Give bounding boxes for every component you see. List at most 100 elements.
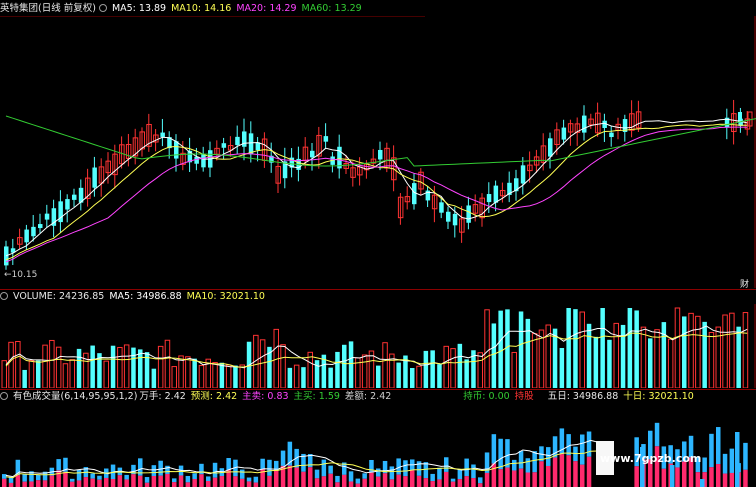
indicator-bar [389,466,395,480]
indicator-bar [151,465,157,477]
volume-bar [157,345,164,388]
candle-body [242,131,247,147]
indicator-bar [682,461,687,487]
indicator-bar [670,465,675,487]
ma5-line [5,118,748,257]
volume-bar [450,348,456,388]
volume-bar [620,324,626,388]
volume-bar [90,345,95,388]
indicator-bar [423,462,429,479]
indicator-bar [369,459,374,473]
circle-icon[interactable] [0,292,8,300]
volume-bar [688,312,694,388]
indicator-bar [260,458,265,470]
price-legend: 英特集团(日线 前复权) MA5: 13.89 MA10: 14.16 MA20: 1… [0,2,367,16]
indicator-bar [212,477,218,487]
candle-body [609,132,614,138]
stock-title[interactable]: 英特集团(日线 前复权) [0,3,96,14]
indicator-bar [450,478,456,482]
candle-body [174,141,179,159]
indicator-bar [280,450,286,466]
indicator-bar [144,477,150,483]
candle-body [520,165,526,184]
candle-body [493,185,499,203]
indicator-bar [321,476,327,487]
indicator-bar [376,468,381,477]
indicator-bar [478,477,483,484]
volume-bar [491,323,497,388]
indicator-title: 有色成交量(6,14,95,95,1,2) [13,391,138,402]
price-candlestick-chart[interactable] [0,16,756,288]
indicator-bar [226,458,231,471]
volume-bar [505,309,510,388]
volume-bar [736,326,741,388]
indicator-bar [471,464,476,479]
indicator-bar [586,431,592,457]
indicator-bar [22,481,27,487]
candle-body [310,150,315,158]
indicator-bar [695,472,701,487]
volume-bar [198,365,205,388]
indicator-bar [729,472,735,487]
volume-bar [464,359,469,388]
indicator-bar [355,483,361,487]
indicator-bar [212,462,218,478]
candle-body [160,132,165,137]
indicator-bar [532,472,537,487]
indicator-bar [178,475,184,487]
indicator-bar [498,438,503,470]
candle-body [38,224,43,229]
zhumai-sell-label: 主卖: 0.83 [242,391,289,402]
indicator-bar [97,479,102,487]
volume-bar [361,354,368,388]
indicator-bar [559,454,565,487]
volume-bar [600,308,605,388]
indicator-bar [8,482,14,487]
indicator-bar [518,468,524,487]
volume-bar [682,316,687,388]
circle-icon[interactable] [98,4,107,12]
indicator-bar [165,465,170,474]
indicator-bar [124,479,129,487]
yuce-label: 预测: 2.42 [190,391,238,402]
indicator-bar [552,457,558,487]
indicator-bar [518,450,524,469]
volume-bar [151,368,157,388]
indicator-bar [498,469,503,487]
volume-bar [559,347,565,388]
indicator-bar [716,427,721,465]
indicator-bar [253,476,259,483]
volume-bar [233,365,238,388]
candle-body [452,213,458,226]
indicator-bar [512,470,517,487]
indicator-bar [654,422,660,447]
circle-icon[interactable] [0,392,8,400]
volume-bar [416,365,422,388]
indicator-bar [70,478,75,482]
indicator-bar [573,461,578,487]
volume-bar [328,367,333,388]
volume-bar [640,326,647,388]
indicator-bar [580,464,585,487]
indicator-bar [36,474,41,481]
volume-bar [708,331,715,388]
volume-bar-chart[interactable] [0,304,756,388]
volume-bar [518,311,524,388]
volume-bar [702,321,707,388]
volume-bar [729,312,735,388]
indicator-bar [586,456,592,487]
candle-body [65,199,70,210]
indicator-bar [546,447,551,466]
candle-body [486,194,492,203]
indicator-volume-chart[interactable] [0,404,756,487]
indicator-bar [661,468,667,487]
volume-bar [627,308,633,388]
volume-bar [525,318,531,388]
volume-bar [484,309,490,388]
indicator-bar [464,476,469,487]
indicator-bar [464,458,469,477]
indicator-bar [342,474,347,487]
indicator-bar [389,479,395,487]
candle-body [72,194,77,200]
volume-bar [219,362,225,388]
